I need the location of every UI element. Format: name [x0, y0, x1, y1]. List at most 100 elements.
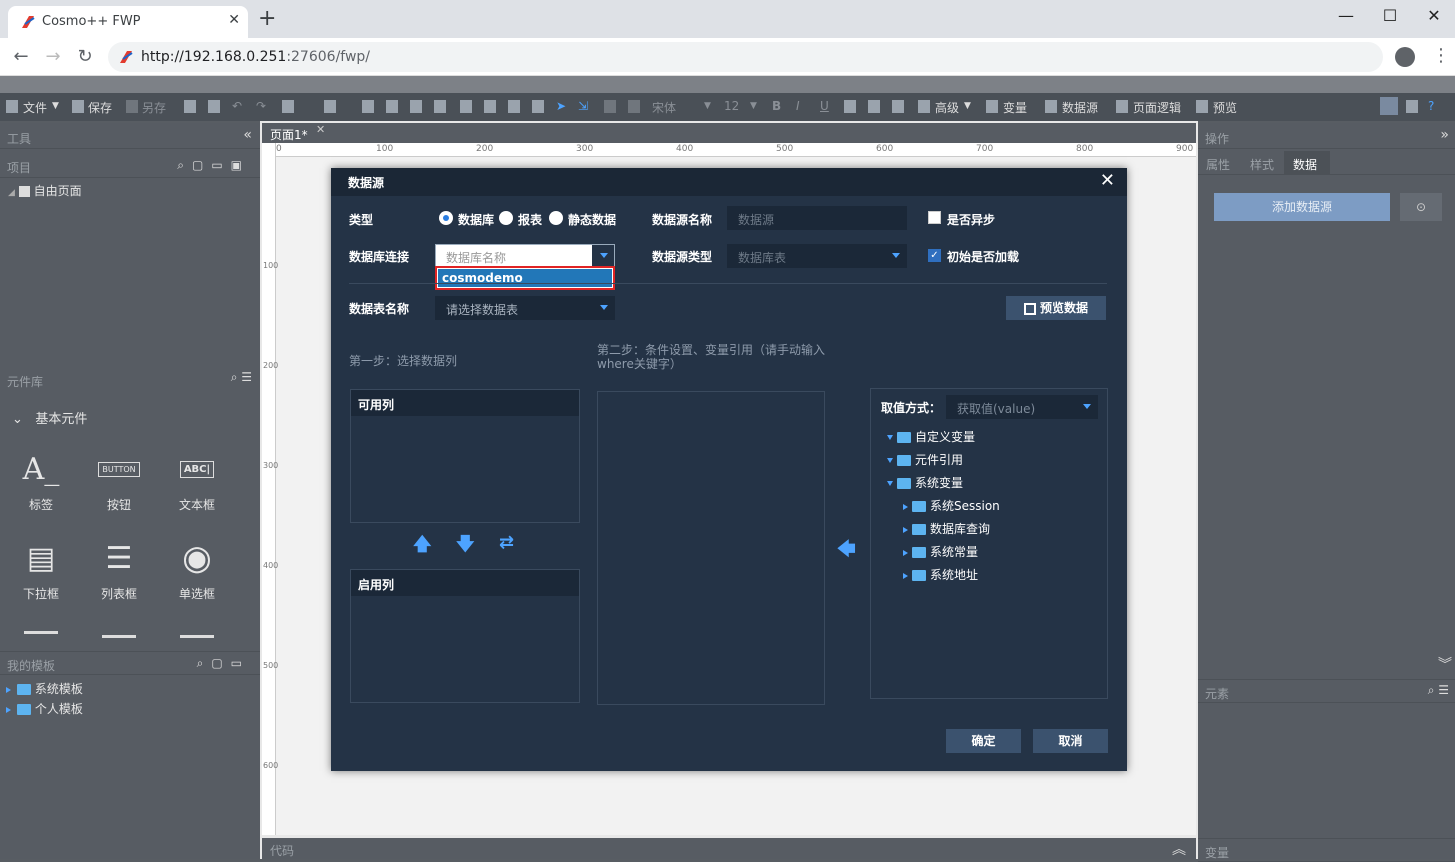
enabled-columns-box[interactable]: 启用列	[350, 569, 580, 703]
collapse-down-icon[interactable]: ︾	[1438, 654, 1452, 674]
align-icon[interactable]	[282, 100, 294, 113]
tab-properties[interactable]: 属性	[1206, 156, 1230, 173]
tab-styles[interactable]: 样式	[1250, 156, 1274, 173]
radio-static[interactable]	[549, 211, 563, 225]
table-select[interactable]: 请选择数据表	[435, 296, 615, 320]
underline-icon[interactable]: U	[820, 99, 829, 113]
font-family-select[interactable]: 宋体	[652, 99, 676, 116]
advanced-dropdown-icon[interactable]: ▼	[964, 101, 971, 111]
redo-icon[interactable]: ↷	[256, 99, 266, 113]
show-icon[interactable]	[532, 100, 544, 113]
code-bar[interactable]: 代码 ︽	[262, 838, 1196, 859]
component-radio[interactable]: ◉ 单选框	[162, 538, 232, 602]
advanced-menu[interactable]: 高级	[935, 99, 959, 116]
send-back-icon[interactable]	[434, 100, 446, 113]
file-menu[interactable]: 文件	[23, 99, 47, 116]
component-search-icon[interactable]: ⌕ ☰	[231, 370, 252, 385]
tree-item-system-session[interactable]: 系统Session	[903, 497, 1000, 514]
tree-item-system-vars[interactable]: 系统变量	[887, 474, 963, 491]
help-icon[interactable]: ?	[1428, 99, 1434, 113]
ok-button[interactable]: 确定	[946, 729, 1021, 753]
radio-report[interactable]	[499, 211, 513, 225]
tree-item-free-page[interactable]: ◢ 自由页面	[8, 182, 82, 199]
move-down-icon[interactable]: 🡇	[456, 532, 475, 562]
project-actions-icons[interactable]: ⌕▢▭▣	[177, 158, 250, 173]
variables-button[interactable]: 变量	[1003, 99, 1027, 116]
component-button[interactable]: BUTTON 按钮	[84, 450, 154, 513]
available-columns-box[interactable]: 可用列	[350, 389, 580, 523]
more-component-icon-2[interactable]	[180, 635, 214, 645]
tree-item-db-query[interactable]: 数据库查询	[903, 520, 990, 537]
datasource-button[interactable]: 数据源	[1062, 99, 1098, 116]
save-button[interactable]: 保存	[88, 99, 112, 116]
move-up-icon[interactable]: 🡅	[413, 532, 432, 562]
expand-up-icon[interactable]: ︽	[1172, 839, 1186, 859]
italic-icon[interactable]: I	[796, 99, 800, 113]
radio-database[interactable]	[439, 211, 453, 225]
async-checkbox[interactable]	[928, 211, 941, 224]
template-actions-icons[interactable]: ⌕▢▭	[197, 656, 250, 671]
font-size-dropdown-icon[interactable]: ▼	[750, 101, 757, 111]
tab-close-icon[interactable]: ✕	[228, 12, 240, 28]
collapse-left-icon[interactable]: «	[243, 127, 252, 143]
swap-icon[interactable]: ⇄	[499, 532, 514, 553]
collapse-right-icon[interactable]: »	[1440, 127, 1449, 143]
text-align-right-icon[interactable]	[892, 100, 904, 113]
preview-button[interactable]: 预览	[1213, 99, 1237, 116]
dialog-close-icon[interactable]: ✕	[1100, 170, 1115, 191]
tree-item-custom-vars[interactable]: 自定义变量	[887, 428, 975, 445]
checkbox-component-icon[interactable]	[24, 631, 58, 647]
distribute-icon[interactable]	[324, 100, 336, 113]
bring-front-icon[interactable]	[410, 100, 422, 113]
page-logic-button[interactable]: 页面逻辑	[1133, 99, 1181, 116]
elements-search-icon[interactable]: ⌕ ☰	[1428, 683, 1449, 698]
account-icon[interactable]	[1395, 47, 1415, 67]
tab-page1[interactable]: 页面1*	[270, 126, 308, 143]
group-icon[interactable]	[362, 100, 374, 113]
save-as-button[interactable]: 另存	[142, 99, 166, 116]
mobile-view-icon[interactable]	[1406, 100, 1418, 113]
component-textbox[interactable]: ABC| 文本框	[162, 450, 232, 513]
minimize-button[interactable]: —	[1328, 4, 1364, 28]
cancel-button[interactable]: 取消	[1033, 729, 1108, 753]
tree-item-system-constants[interactable]: 系统常量	[903, 543, 978, 560]
bold-icon[interactable]: B	[772, 99, 781, 113]
datasource-options-icon[interactable]: ⊙	[1400, 193, 1442, 221]
browser-tab[interactable]: Cosmo++ FWP ✕	[8, 6, 248, 38]
db-conn-option-cosmodemo[interactable]: cosmodemo	[438, 269, 612, 287]
connector-icon[interactable]: ⇲	[578, 99, 588, 113]
select-pointer-icon[interactable]: ➤	[556, 99, 566, 113]
more-component-icon[interactable]	[102, 635, 136, 645]
ungroup-icon[interactable]	[386, 100, 398, 113]
back-icon[interactable]: ←	[10, 46, 32, 68]
menu-kebab-icon[interactable]: ⋮	[1432, 45, 1450, 66]
preview-data-button[interactable]: 预览数据	[1006, 296, 1106, 320]
file-dropdown-icon[interactable]: ▼	[52, 101, 59, 111]
tree-item-personal-templates[interactable]: 个人模板	[6, 700, 83, 717]
tree-item-component-refs[interactable]: 元件引用	[887, 451, 963, 468]
maximize-button[interactable]: ☐	[1372, 4, 1408, 28]
desktop-view-icon[interactable]	[1380, 97, 1398, 115]
ds-type-select[interactable]: 数据库表	[727, 244, 907, 268]
value-mode-select[interactable]: 获取值(value)	[946, 395, 1098, 419]
text-align-center-icon[interactable]	[868, 100, 880, 113]
window-close-button[interactable]: ✕	[1416, 4, 1452, 28]
font-size-select[interactable]: 12	[724, 99, 739, 113]
init-load-checkbox[interactable]: ✓	[928, 249, 941, 262]
component-label[interactable]: A_ 标签	[6, 450, 76, 513]
ds-name-input[interactable]: 数据源	[727, 206, 907, 230]
undo-icon[interactable]: ↶	[232, 99, 242, 113]
align-left-icon[interactable]	[184, 100, 196, 113]
insert-arrow-icon[interactable]: 🡄	[837, 537, 856, 567]
font-family-dropdown-icon[interactable]: ▼	[704, 101, 711, 111]
reload-icon[interactable]: ↻	[74, 46, 96, 68]
fill-color-icon[interactable]	[604, 100, 616, 113]
tree-item-system-address[interactable]: 系统地址	[903, 566, 978, 583]
basic-components-header[interactable]: ⌄ 基本元件	[12, 408, 87, 427]
align-right-icon[interactable]	[208, 100, 220, 113]
component-dropdown[interactable]: ▤ 下拉框	[6, 539, 76, 602]
add-datasource-button[interactable]: 添加数据源	[1214, 193, 1390, 221]
component-listbox[interactable]: ☰ 列表框	[84, 539, 154, 602]
unlock-icon[interactable]	[484, 100, 496, 113]
url-input[interactable]: http://192.168.0.251:27606/fwp/	[108, 42, 1383, 72]
